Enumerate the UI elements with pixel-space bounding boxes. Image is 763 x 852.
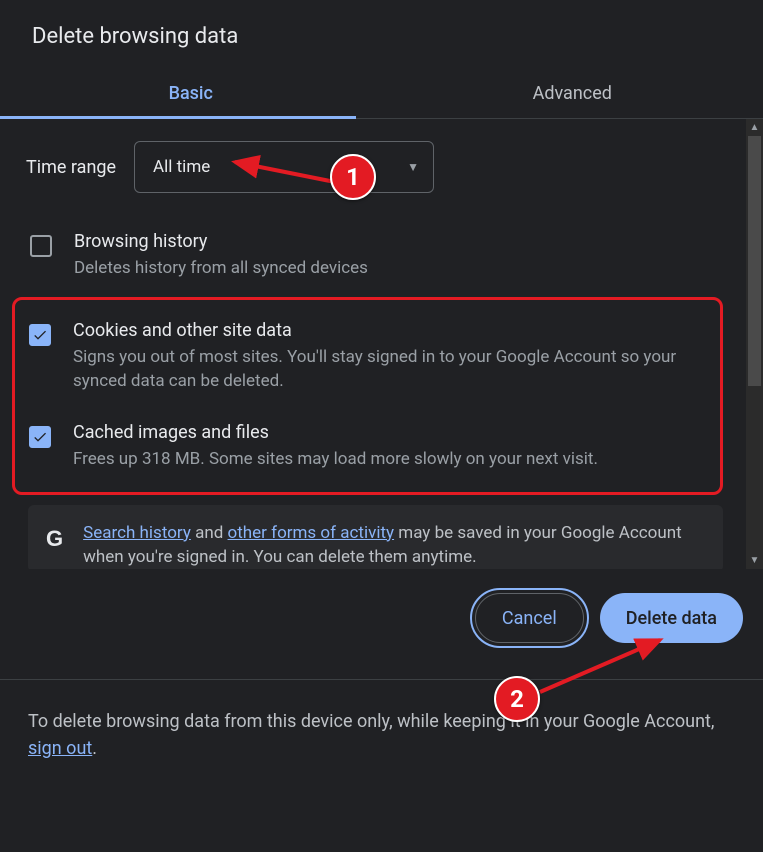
option-subtitle: Signs you out of most sites. You'll stay… xyxy=(73,345,702,394)
cancel-button[interactable]: Cancel xyxy=(475,593,584,643)
tab-advanced[interactable]: Advanced xyxy=(382,71,763,118)
info-text: Search history and other forms of activi… xyxy=(83,521,705,569)
scroll-down-icon[interactable]: ▼ xyxy=(746,552,763,569)
option-title: Browsing history xyxy=(74,231,368,252)
option-cache: Cached images and files Frees up 318 MB.… xyxy=(21,408,710,486)
delete-data-button[interactable]: Delete data xyxy=(600,593,743,643)
chevron-down-icon: ▼ xyxy=(407,160,419,174)
info-text-mid: and xyxy=(191,523,228,543)
annotation-badge-2: 2 xyxy=(494,676,540,722)
annotation-highlight-box: Cookies and other site data Signs you ou… xyxy=(12,297,723,495)
bottom-note: To delete browsing data from this device… xyxy=(0,680,763,762)
tab-basic[interactable]: Basic xyxy=(0,71,382,118)
dialog-body: ▲ ▼ Time range All time ▼ Browsing histo… xyxy=(0,119,763,569)
annotation-badge-1: 1 xyxy=(330,154,376,200)
link-sign-out[interactable]: sign out xyxy=(28,738,92,759)
option-browsing-history: Browsing history Deletes history from al… xyxy=(22,217,741,295)
note-after: . xyxy=(92,738,97,759)
tabs: Basic Advanced xyxy=(0,71,763,119)
link-other-activity[interactable]: other forms of activity xyxy=(228,523,395,543)
checkmark-icon xyxy=(32,327,48,343)
scroll-up-icon[interactable]: ▲ xyxy=(746,119,763,136)
scrollbar[interactable]: ▲ ▼ xyxy=(746,119,763,569)
time-range-label: Time range xyxy=(26,157,116,178)
option-subtitle: Frees up 318 MB. Some sites may load mor… xyxy=(73,447,598,472)
google-g-icon: G xyxy=(46,521,63,569)
link-search-history[interactable]: Search history xyxy=(83,523,191,543)
time-range-value: All time xyxy=(153,157,210,177)
option-subtitle: Deletes history from all synced devices xyxy=(74,256,368,281)
note-text: To delete browsing data from this device… xyxy=(28,711,714,732)
time-range-row: Time range All time ▼ xyxy=(22,141,741,193)
dialog-title: Delete browsing data xyxy=(0,0,763,71)
option-cookies: Cookies and other site data Signs you ou… xyxy=(21,306,710,408)
scroll-thumb[interactable] xyxy=(748,136,761,386)
time-range-select[interactable]: All time ▼ xyxy=(134,141,434,193)
checkmark-icon xyxy=(32,429,48,445)
option-title: Cached images and files xyxy=(73,422,598,443)
checkbox-browsing-history[interactable] xyxy=(30,235,52,257)
option-title: Cookies and other site data xyxy=(73,320,702,341)
footer-actions: Cancel Delete data xyxy=(0,569,763,680)
checkbox-cache[interactable] xyxy=(29,426,51,448)
checkbox-cookies[interactable] xyxy=(29,324,51,346)
info-box: G Search history and other forms of acti… xyxy=(28,505,723,569)
